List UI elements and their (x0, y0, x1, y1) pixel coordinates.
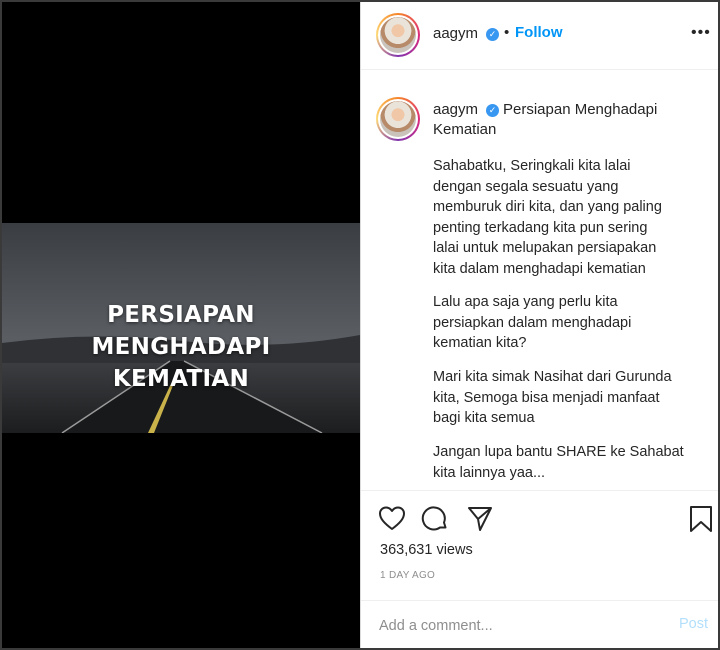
thumbnail-title-line: MENGHADAPI (91, 334, 271, 360)
post-date: 1 DAY AGO (380, 570, 436, 581)
thumbnail-title-line: KEMATIAN (112, 366, 250, 392)
post-actions: 363,631 views 1 DAY AGO (361, 490, 718, 585)
comment-icon[interactable] (421, 505, 449, 538)
share-icon[interactable] (466, 505, 494, 538)
post-header: aagym ✓ • Follow ••• (361, 2, 718, 70)
comment-input[interactable] (379, 614, 659, 638)
avatar[interactable] (376, 13, 420, 57)
thumbnail-title-line: PERSIAPAN (107, 302, 255, 328)
caption-paragraph: Mari kita simak Nasihat dari Gurunda kit… (433, 369, 672, 426)
caption-avatar[interactable] (376, 97, 420, 141)
thumbnail-title: PERSIAPAN MENGHADAPI KEMATIAN (2, 299, 360, 395)
follow-button[interactable]: Follow (515, 24, 563, 41)
heart-icon[interactable] (378, 505, 406, 536)
post-comment-button[interactable]: Post (679, 616, 708, 632)
verified-badge-icon: ✓ (486, 28, 499, 41)
bookmark-icon[interactable] (688, 505, 714, 538)
post-media[interactable]: PERSIAPAN MENGHADAPI KEMATIAN (2, 2, 360, 648)
post-side-panel: aagym ✓ • Follow ••• aagym ✓ Persiapan M… (360, 2, 718, 648)
separator-dot: • (504, 24, 510, 41)
caption-paragraph: Sahabatku, Seringkali kita lalai dengan … (433, 158, 662, 277)
caption-paragraph: Jangan lupa bantu SHARE ke Sahabat kita … (433, 444, 684, 481)
verified-badge-icon: ✓ (486, 104, 499, 117)
caption-title-continued: Kematian (433, 121, 497, 138)
post-caption: aagym ✓ Persiapan Menghadapi Kematian Sa… (361, 70, 718, 490)
caption-paragraph: Lalu apa saja yang perlu kita persiapkan… (433, 294, 632, 351)
caption-title: Persiapan Menghadapi (503, 101, 658, 118)
header-username[interactable]: aagym (433, 25, 478, 42)
comment-bar: Post (361, 600, 718, 648)
view-count: 363,631 views (380, 542, 473, 558)
caption-username[interactable]: aagym (433, 101, 478, 118)
video-thumbnail[interactable]: PERSIAPAN MENGHADAPI KEMATIAN (2, 223, 360, 433)
more-options-icon[interactable]: ••• (691, 24, 711, 42)
instagram-post-window: PERSIAPAN MENGHADAPI KEMATIAN aagym ✓ • … (0, 0, 720, 650)
